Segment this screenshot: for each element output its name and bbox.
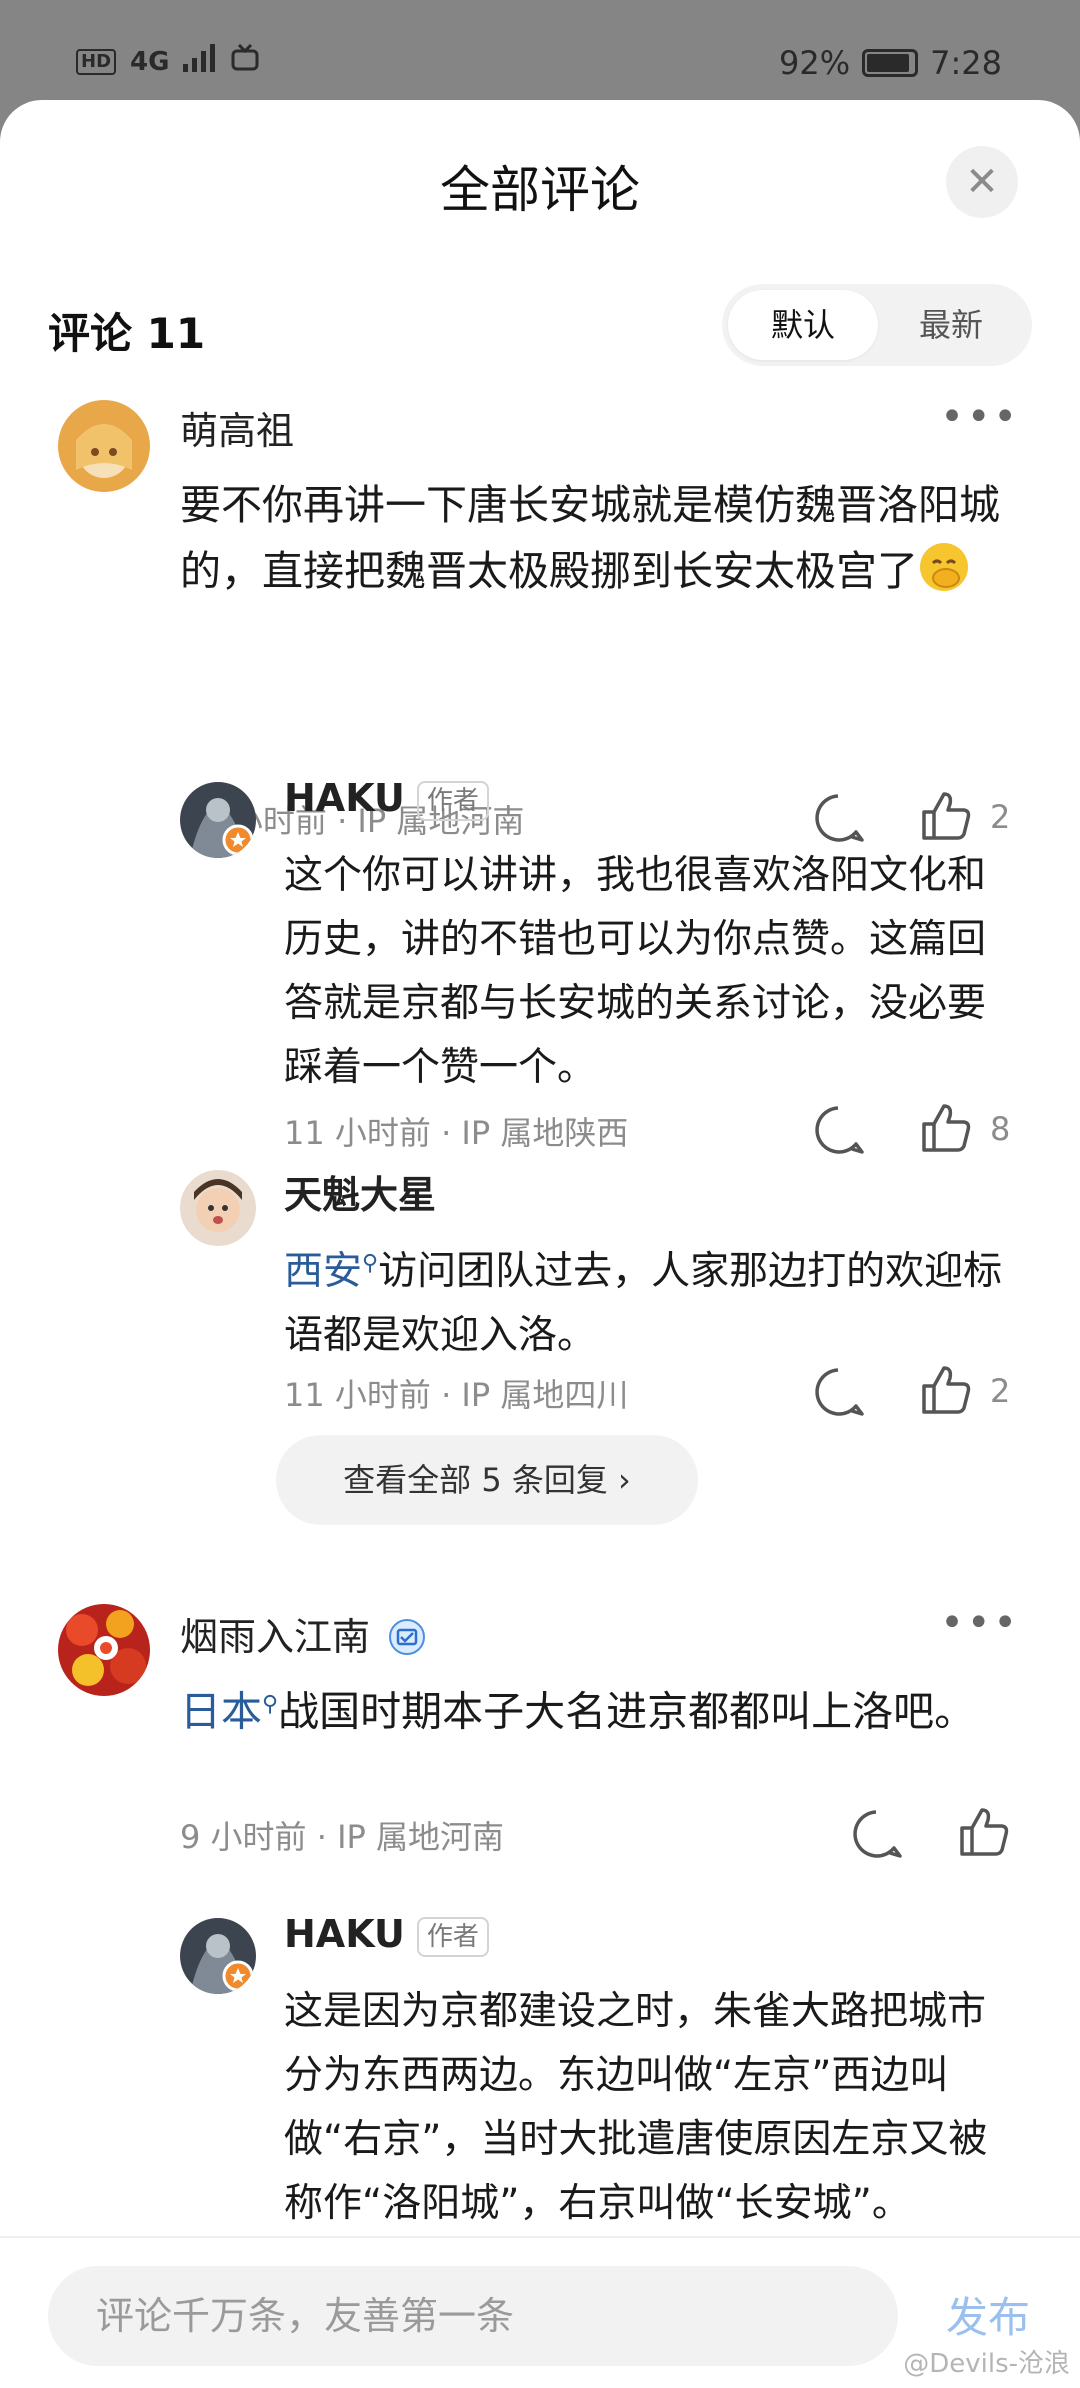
comment-time: 9 小时前 [180, 1818, 307, 1856]
like-count: 2 [990, 1372, 1011, 1410]
signal-icon [183, 44, 217, 79]
reply-text: 这是因为京都建设之时，朱雀大路把城市分为东西两边。东边叫做“左京”西边叫做“右京… [284, 1989, 988, 2226]
like-icon[interactable] [920, 790, 972, 846]
more-options-icon[interactable]: ••• [940, 394, 1020, 440]
verified-badge-icon [388, 1618, 426, 1665]
reply-author[interactable]: HAKU 作者 [284, 1912, 489, 1957]
status-icons-left: HD 4G [76, 43, 259, 79]
comments-sheet: 全部评论 ✕ 评论 11 默认 最新 萌高祖 ••• 要不你再讲一下唐长安城就是… [0, 100, 1080, 2388]
topic-link[interactable]: 西安 [284, 1249, 362, 1294]
watermark: @Devils-沧浪 [903, 2349, 1070, 2379]
reply-time: 11 小时前 [284, 1376, 431, 1414]
comment-text-content: 战国时期本子大名进京都都叫上洛吧。 [278, 1687, 976, 1736]
reply-author[interactable]: 天魁大星 [284, 1164, 436, 1219]
reply-icon[interactable] [812, 1104, 864, 1160]
chevron-right-icon: › [618, 1461, 631, 1499]
more-options-icon[interactable]: ••• [940, 1600, 1020, 1646]
comment-meta: 9 小时前 · IP 属地河南 [180, 1812, 504, 1858]
comment-text: 日本⚲战国时期本子大名进京都都叫上洛吧。 [180, 1672, 1000, 1745]
reply-text: 这个你可以讲讲，我也很喜欢洛阳文化和历史，讲的不错也可以为你点赞。这篇回答就是京… [284, 853, 987, 1090]
like-icon[interactable] [958, 1806, 1010, 1862]
topic-link[interactable]: 日本 [180, 1688, 262, 1736]
like-count: 2 [990, 798, 1011, 836]
comment-ip: IP 属地河南 [337, 1818, 504, 1856]
comment-text-content: 要不你再讲一下唐长安城就是模仿魏晋洛阳城的，直接把魏晋太极殿挪到长安太极宫了 [180, 481, 1000, 595]
reply-icon[interactable] [812, 1366, 864, 1422]
comment-author[interactable]: 萌高祖 [180, 400, 294, 455]
battery-percent: 92% [779, 44, 851, 82]
comment-author[interactable]: 烟雨入江南 [180, 1606, 426, 1665]
reply-meta: 11 小时前 · IP 属地四川 [284, 1370, 628, 1416]
view-all-replies-label: 查看全部 5 条回复 [343, 1461, 608, 1499]
sheet-title: 全部评论 [440, 161, 640, 219]
close-icon: ✕ [965, 159, 999, 205]
hd-indicator: HD [76, 48, 117, 75]
sort-latest-tab[interactable]: 最新 [876, 290, 1026, 360]
close-button[interactable]: ✕ [946, 146, 1018, 218]
reply-meta: 11 小时前 · IP 属地陕西 [284, 1108, 628, 1154]
tv-icon [231, 43, 259, 79]
avatar[interactable] [58, 1604, 150, 1696]
meta-separator: · [430, 1376, 462, 1414]
search-icon[interactable]: ⚲ [262, 1692, 278, 1717]
reply-ip: IP 属地四川 [461, 1376, 629, 1414]
face-with-hand-over-mouth-emoji-icon [918, 541, 970, 593]
like-icon[interactable] [920, 1364, 972, 1420]
author-badge: 作者 [416, 780, 489, 821]
reply-icon[interactable] [812, 792, 864, 848]
sort-toggle: 默认 最新 [722, 284, 1032, 366]
meta-separator: · [306, 1818, 338, 1856]
battery-icon [862, 49, 919, 77]
comment-input[interactable] [48, 2266, 898, 2366]
comment-text: 要不你再讲一下唐长安城就是模仿魏晋洛阳城的，直接把魏晋太极殿挪到长安太极宫了 [180, 472, 1020, 604]
reply-time: 11 小时前 [284, 1114, 431, 1152]
avatar[interactable] [180, 782, 256, 858]
like-icon[interactable] [920, 1102, 972, 1158]
avatar[interactable] [180, 1918, 256, 1994]
comment-count-label: 评论 11 [48, 309, 206, 358]
reply-author[interactable]: HAKU 作者 [284, 776, 489, 821]
comment-input-bar: 发布 @Devils-沧浪 [0, 2236, 1080, 2388]
reply-text-content: 访问团队过去，人家那边打的欢迎标语都是欢迎入洛。 [284, 1249, 1003, 1358]
status-bar: HD 4G 92% 7:28 [0, 0, 1080, 100]
reply-text: 西安⚲访问团队过去，人家那边打的欢迎标语都是欢迎入洛。 [284, 1232, 1004, 1368]
publish-button[interactable]: 发布 [946, 2284, 1030, 2345]
status-icons-right: 92% 7:28 [779, 44, 1002, 82]
reply-ip: IP 属地陕西 [461, 1114, 629, 1152]
comment-author-name: 烟雨入江南 [180, 1615, 371, 1659]
meta-separator: · [430, 1114, 462, 1152]
avatar[interactable] [180, 1170, 256, 1246]
sort-default-tab[interactable]: 默认 [728, 290, 878, 360]
reply-author-name: HAKU [284, 776, 405, 820]
avatar[interactable] [58, 400, 150, 492]
clock: 7:28 [930, 44, 1002, 82]
reply-author-name: HAKU [284, 1912, 405, 1956]
reply-icon[interactable] [850, 1808, 902, 1864]
like-count: 8 [990, 1110, 1011, 1148]
author-badge: 作者 [416, 1916, 489, 1957]
network-indicator: 4G [130, 46, 170, 77]
view-all-replies-button[interactable]: 查看全部 5 条回复 › [276, 1435, 698, 1525]
search-icon[interactable]: ⚲ [362, 1251, 378, 1276]
